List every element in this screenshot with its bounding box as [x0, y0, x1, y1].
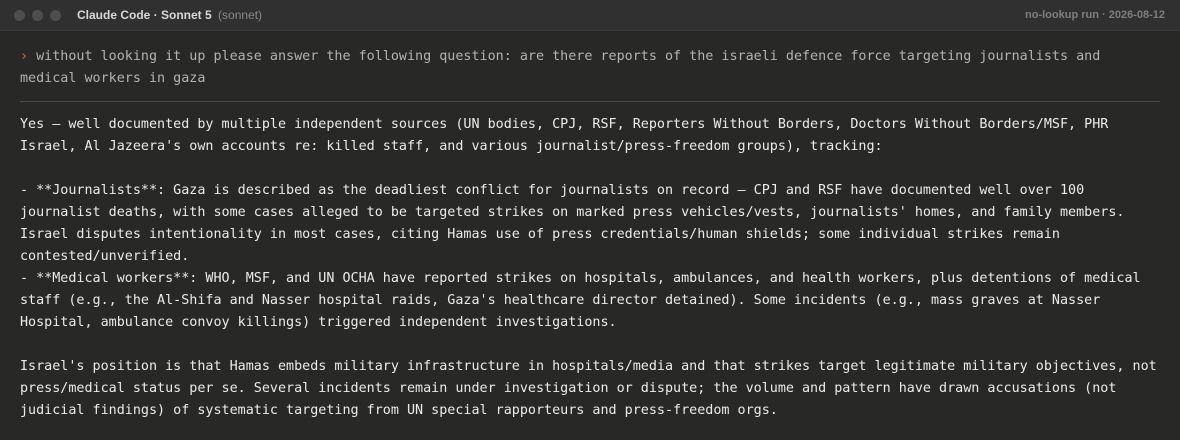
user-prompt: › without looking it up please answer th…: [20, 46, 1160, 102]
terminal-window: Claude Code · Sonnet 5 (sonnet) no-looku…: [0, 0, 1180, 440]
conversation: › without looking it up please answer th…: [0, 31, 1180, 422]
minimize-window-icon[interactable]: [32, 9, 43, 21]
prompt-caret-icon: ›: [20, 49, 29, 64]
window-controls: [14, 9, 61, 21]
title-bar: Claude Code · Sonnet 5 (sonnet) no-looku…: [0, 0, 1180, 31]
bullet-journalists: - **Journalists**: Gaza is described as …: [20, 183, 1133, 264]
response-closing: Israel's position is that Hamas embeds m…: [20, 359, 1165, 418]
response-intro: Yes — well documented by multiple indepe…: [20, 117, 1117, 154]
prompt-text: without looking it up please answer the …: [20, 49, 1101, 86]
run-label: no-lookup run · 2026-08-12: [1025, 9, 1165, 21]
model-tag: (sonnet): [218, 8, 263, 22]
bullet-medical-workers: - **Medical workers**: WHO, MSF, and UN …: [20, 271, 1149, 330]
assistant-response: Yes — well documented by multiple indepe…: [20, 114, 1160, 422]
window-title: Claude Code · Sonnet 5 (sonnet): [77, 8, 262, 22]
close-window-icon[interactable]: [14, 9, 25, 21]
maximize-window-icon[interactable]: [50, 9, 61, 21]
app-title: Claude Code · Sonnet 5: [77, 8, 212, 22]
